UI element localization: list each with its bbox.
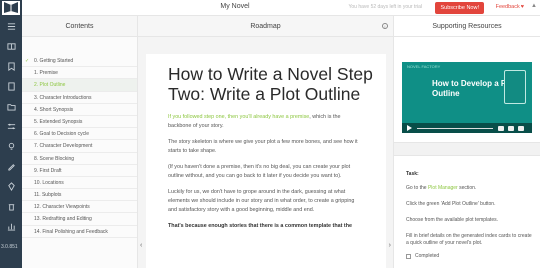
task-label: Task:	[406, 171, 419, 177]
video-brand: NOVEL FACTORY	[407, 64, 441, 69]
task-step: Fill in brief details on the generated i…	[406, 233, 532, 246]
contents-panel: Contents ✓ 0. Getting Started 1. Premise …	[22, 16, 138, 268]
scroll-up-icon[interactable]: ▲	[531, 3, 537, 9]
list-icon[interactable]	[6, 22, 16, 31]
previous-arrow-icon[interactable]: ‹	[140, 242, 142, 249]
info-icon[interactable]: i	[382, 23, 388, 29]
contents-item-label: 12. Character Viewpoints	[34, 204, 90, 211]
contents-item-label: 10. Locations	[34, 179, 64, 186]
contents-item-label: 1. Premise	[34, 70, 58, 77]
next-arrow-icon[interactable]: ›	[389, 242, 391, 249]
contents-item[interactable]: 5. Extended Synopsis	[22, 116, 137, 129]
video-progress-bar[interactable]	[417, 127, 493, 129]
contents-item-label: 8. Scene Blocking	[34, 155, 75, 162]
contents-header: Contents	[22, 16, 137, 37]
paragraph: If you followed step one, then you'll al…	[168, 113, 363, 131]
contents-item[interactable]: 8. Scene Blocking	[22, 153, 137, 165]
bookmark-icon[interactable]	[6, 62, 16, 71]
play-icon[interactable]	[407, 125, 412, 131]
completed-checkbox-row[interactable]: Completed	[406, 253, 534, 259]
logo[interactable]	[2, 1, 20, 15]
document-icon[interactable]	[6, 82, 16, 91]
chart-icon[interactable]	[6, 222, 16, 231]
gem-icon[interactable]	[6, 182, 16, 191]
contents-item[interactable]: 11. Subplots	[22, 189, 137, 202]
pen-icon[interactable]	[6, 162, 16, 171]
contents-item[interactable]: ✓ 0. Getting Started	[22, 55, 137, 68]
paragraph: The story skeleton is where we give your…	[168, 139, 358, 154]
book-icon[interactable]	[6, 42, 16, 51]
paragraph: (If you haven't done a premise, then it'…	[168, 164, 351, 179]
supporting-resources-panel: Supporting Resources NOVEL FACTORY How t…	[394, 16, 540, 268]
supporting-resources-header: Supporting Resources	[394, 16, 540, 37]
fullscreen-icon[interactable]	[518, 126, 524, 131]
left-rail: 3.0.851	[0, 0, 22, 268]
contents-item-label: 7. Character Development	[34, 143, 93, 150]
video-controls	[402, 123, 532, 133]
roadmap-document: How to Write a Novel Step Two: Write a P…	[146, 54, 386, 268]
contents-item-label: 5. Extended Synopsis	[34, 118, 83, 125]
contents-item-label: 4. Short Synopsis	[34, 106, 74, 113]
contents-item-label: 13. Redrafting and Editing	[34, 216, 92, 223]
video-player[interactable]: NOVEL FACTORY How to Develop a Plot Outl…	[402, 62, 532, 133]
contents-item-label: 9. First Draft	[34, 167, 62, 174]
paragraph: That's because enough stories that there…	[168, 223, 353, 229]
contents-item[interactable]: 1. Premise	[22, 67, 137, 80]
contents-item-label: 3. Character Introductions	[34, 94, 92, 101]
sliders-icon[interactable]	[6, 122, 16, 131]
contents-item-label: 0. Getting Started	[34, 58, 74, 64]
contents-item-label: 11. Subplots	[34, 192, 62, 199]
contents-item[interactable]: 3. Character Introductions	[22, 92, 137, 104]
roadmap-title: Roadmap	[250, 23, 281, 30]
contents-item-active[interactable]: 2. Plot Outline	[22, 79, 137, 92]
completed-checkbox[interactable]	[406, 253, 411, 259]
contents-item[interactable]: 4. Short Synopsis	[22, 104, 137, 116]
trash-icon[interactable]	[6, 202, 16, 211]
task-step-text: Go to the	[406, 185, 428, 191]
roadmap-header: Roadmap i	[138, 16, 393, 37]
top-bar: My Novel You have 52 days left in your t…	[0, 0, 540, 16]
contents-item[interactable]: 6. Goal to Decision cycle	[22, 128, 137, 141]
task-step: Click the green 'Add Plot Outline' butto…	[406, 201, 496, 207]
folder-icon[interactable]	[6, 102, 16, 111]
task-step: Choose from the available plot templates…	[406, 217, 498, 223]
settings-icon[interactable]	[508, 126, 514, 131]
trial-status: You have 52 days left in your trial	[348, 4, 422, 10]
heart-icon: ♥	[520, 4, 524, 10]
contents-item[interactable]: 13. Redrafting and Editing	[22, 213, 137, 226]
document-title: How to Write a Novel Step Two: Write a P…	[168, 64, 373, 104]
contents-item[interactable]: 12. Character Viewpoints	[22, 201, 137, 214]
contents-item[interactable]: 14. Final Polishing and Feedback	[22, 226, 137, 238]
volume-icon[interactable]	[498, 126, 504, 131]
section-divider	[394, 142, 540, 156]
version-label: 3.0.851	[1, 244, 18, 250]
task-step-text: section.	[457, 185, 477, 191]
roadmap-panel: Roadmap i How to Write a Novel Step Two:…	[138, 16, 394, 268]
check-icon: ✓	[25, 58, 30, 64]
idea-icon[interactable]	[6, 142, 16, 151]
feedback-link[interactable]: Feedback♥	[496, 4, 524, 10]
premise-link[interactable]: If you followed step one, then you'll al…	[168, 114, 309, 120]
contents-item[interactable]: 7. Character Development	[22, 140, 137, 153]
contents-list: ✓ 0. Getting Started 1. Premise 2. Plot O…	[22, 55, 137, 238]
feedback-label: Feedback	[495, 4, 520, 10]
completed-label: Completed	[415, 253, 440, 259]
contents-item-label: 6. Goal to Decision cycle	[34, 131, 90, 138]
task-step: Go to the Plot Manager section.	[406, 185, 534, 192]
task-section: Task: Go to the Plot Manager section. Cl…	[406, 171, 534, 259]
subscribe-button[interactable]: Subscribe Now!	[435, 2, 484, 14]
video-thumbnail-graphic	[504, 70, 526, 104]
contents-item[interactable]: 10. Locations	[22, 177, 137, 190]
contents-item[interactable]: 9. First Draft	[22, 165, 137, 177]
paragraph: Luckily for us, we don't have to grope a…	[168, 189, 355, 213]
contents-item-label: 2. Plot Outline	[34, 82, 66, 89]
novel-factory-logo-icon	[4, 2, 18, 13]
contents-item-label: 14. Final Polishing and Feedback	[34, 228, 108, 235]
plot-manager-link[interactable]: Plot Manager	[428, 185, 458, 191]
